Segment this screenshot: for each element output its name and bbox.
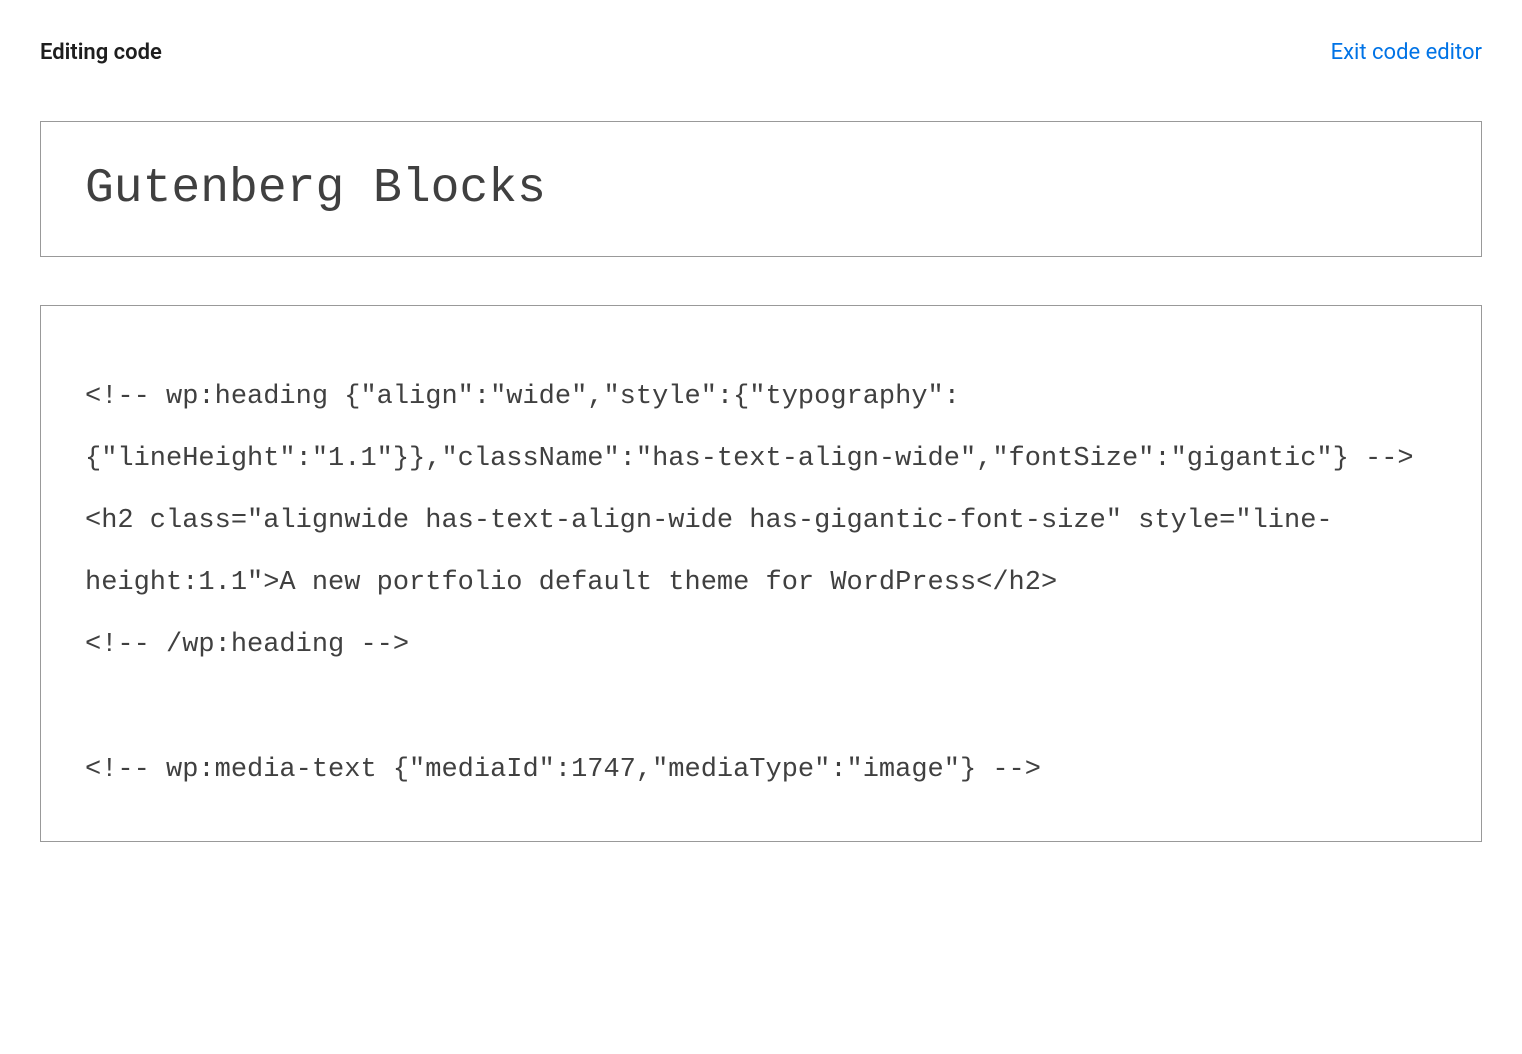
code-editor-textarea[interactable]: <!-- wp:heading {"align":"wide","style":… <box>85 366 1437 801</box>
post-title-container: Gutenberg Blocks <box>40 121 1482 257</box>
exit-code-editor-link[interactable]: Exit code editor <box>1331 40 1482 65</box>
post-title-input[interactable]: Gutenberg Blocks <box>85 162 1437 216</box>
editor-header: Editing code Exit code editor <box>40 40 1482 65</box>
editor-mode-label: Editing code <box>40 40 162 65</box>
code-editor-container: <!-- wp:heading {"align":"wide","style":… <box>40 305 1482 842</box>
